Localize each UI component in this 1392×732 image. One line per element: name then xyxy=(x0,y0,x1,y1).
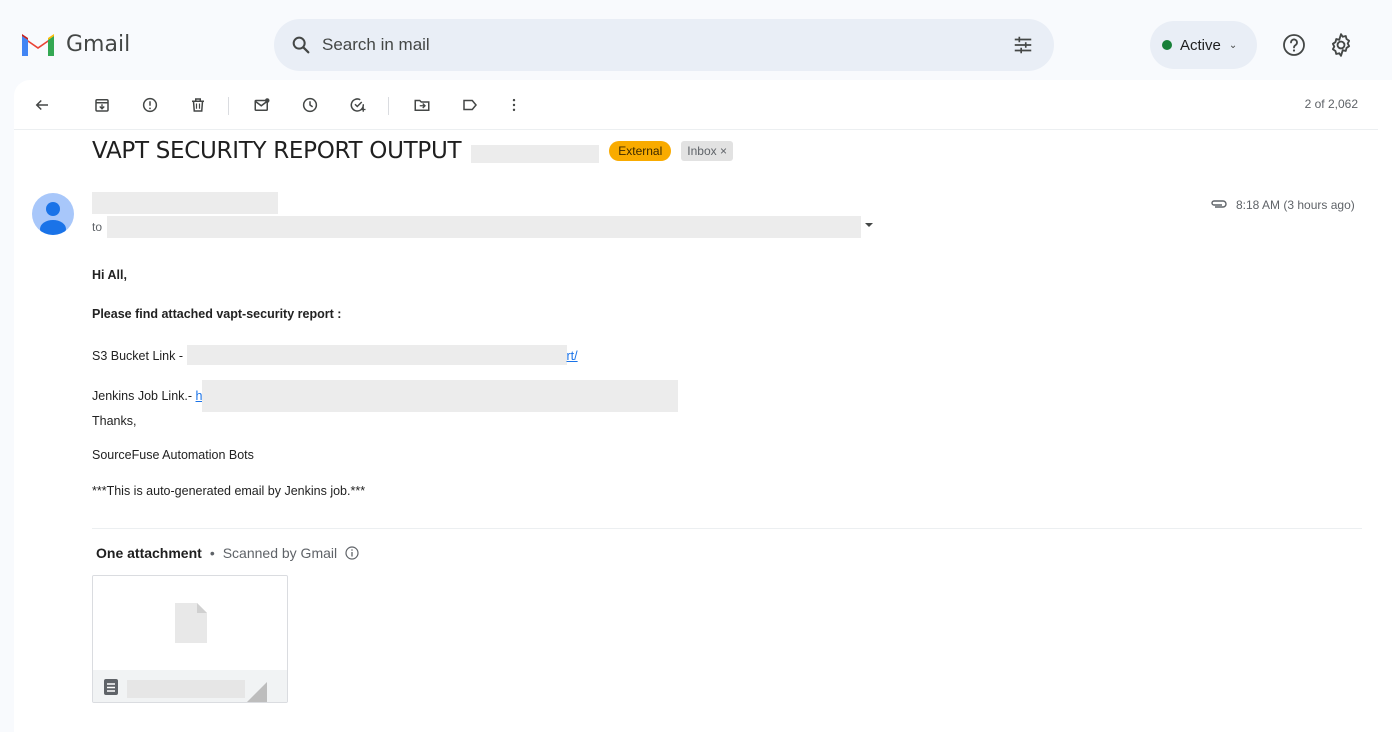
email-subject-row: VAPT SECURITY REPORT OUTPUT External Inb… xyxy=(92,138,733,164)
message-position: 2 of 2,062 xyxy=(1304,97,1358,111)
more-options-icon[interactable] xyxy=(502,93,526,117)
attachment-preview xyxy=(93,576,287,670)
snooze-icon[interactable] xyxy=(298,93,322,117)
avatar[interactable] xyxy=(32,193,74,235)
attachment-footer xyxy=(93,670,287,702)
document-icon xyxy=(175,603,207,643)
label-icon[interactable] xyxy=(458,93,482,117)
chevron-down-icon: ⌄ xyxy=(1228,39,1238,51)
s3-link[interactable]: rt/ xyxy=(567,349,578,363)
inbox-label-chip[interactable]: Inbox × xyxy=(681,141,733,161)
show-details-icon[interactable] xyxy=(865,223,873,227)
jenkins-link-label: Jenkins Job Link.- xyxy=(92,389,196,403)
attachment-icon xyxy=(1211,200,1227,208)
search-options-icon[interactable] xyxy=(1012,34,1034,56)
email-subject: VAPT SECURITY REPORT OUTPUT xyxy=(92,138,462,164)
attachment-card[interactable] xyxy=(92,575,288,703)
search-bar[interactable]: Search in mail xyxy=(274,19,1054,71)
status-dot xyxy=(1162,40,1172,50)
search-input[interactable]: Search in mail xyxy=(322,35,430,55)
archive-icon[interactable] xyxy=(90,93,114,117)
scanned-label: Scanned by Gmail xyxy=(222,545,338,561)
redacted-text xyxy=(471,145,600,163)
jenkins-link[interactable]: h xyxy=(196,389,203,403)
file-type-icon xyxy=(104,679,118,695)
status-selector[interactable]: Active ⌄ xyxy=(1150,21,1257,69)
attachments-title: One attachment xyxy=(96,545,202,561)
gmail-logo[interactable]: Gmail xyxy=(20,30,130,58)
email-timestamp: 8:18 AM (3 hours ago) xyxy=(1236,198,1355,212)
report-spam-icon[interactable] xyxy=(138,93,162,117)
bullet-separator: • xyxy=(209,545,215,561)
attachment-name-redacted xyxy=(127,680,245,698)
body-intro: Please find attached vapt-security repor… xyxy=(92,307,342,321)
attachments-header: One attachment • Scanned by Gmail xyxy=(96,545,359,561)
external-badge: External xyxy=(609,141,672,161)
attachment-divider xyxy=(92,528,1362,529)
s3-link-line: S3 Bucket Link - rt/ xyxy=(92,345,578,365)
remove-label-icon[interactable]: × xyxy=(720,144,727,158)
body-signature: SourceFuse Automation Bots xyxy=(92,448,254,462)
page-corner-fold xyxy=(245,682,267,702)
search-icon[interactable] xyxy=(290,34,312,56)
jenkins-link-redacted xyxy=(202,380,679,412)
body-thanks: Thanks, xyxy=(92,414,137,428)
delete-icon[interactable] xyxy=(186,93,210,117)
toolbar-divider xyxy=(228,97,229,115)
message-toolbar: 2 of 2,062 xyxy=(14,80,1378,130)
gear-icon[interactable] xyxy=(1328,32,1354,58)
sender-redacted xyxy=(92,192,278,214)
status-label: Active xyxy=(1180,36,1221,54)
add-to-tasks-icon[interactable] xyxy=(346,93,370,117)
email-panel: 2 of 2,062 VAPT SECURITY REPORT OUTPUT E… xyxy=(14,80,1392,732)
person-icon xyxy=(40,202,66,235)
jenkins-link-line: Jenkins Job Link.- h xyxy=(92,380,679,412)
gmail-wordmark: Gmail xyxy=(66,31,131,57)
body-footer: ***This is auto-generated email by Jenki… xyxy=(92,484,366,498)
toolbar-divider xyxy=(388,97,389,115)
info-icon[interactable] xyxy=(345,546,359,560)
mark-unread-icon[interactable] xyxy=(250,93,274,117)
move-to-icon[interactable] xyxy=(410,93,434,117)
top-bar: Gmail Search in mail Active ⌄ xyxy=(0,0,1392,88)
recipients-redacted xyxy=(107,216,861,238)
to-label: to xyxy=(92,220,103,234)
body-greeting: Hi All, xyxy=(92,268,127,282)
help-icon[interactable] xyxy=(1282,33,1306,57)
back-arrow-icon[interactable] xyxy=(30,93,54,117)
s3-link-label: S3 Bucket Link - xyxy=(92,349,187,363)
gmail-m-icon xyxy=(22,34,54,56)
inbox-label-text: Inbox xyxy=(687,144,717,158)
s3-link-redacted xyxy=(186,345,567,365)
